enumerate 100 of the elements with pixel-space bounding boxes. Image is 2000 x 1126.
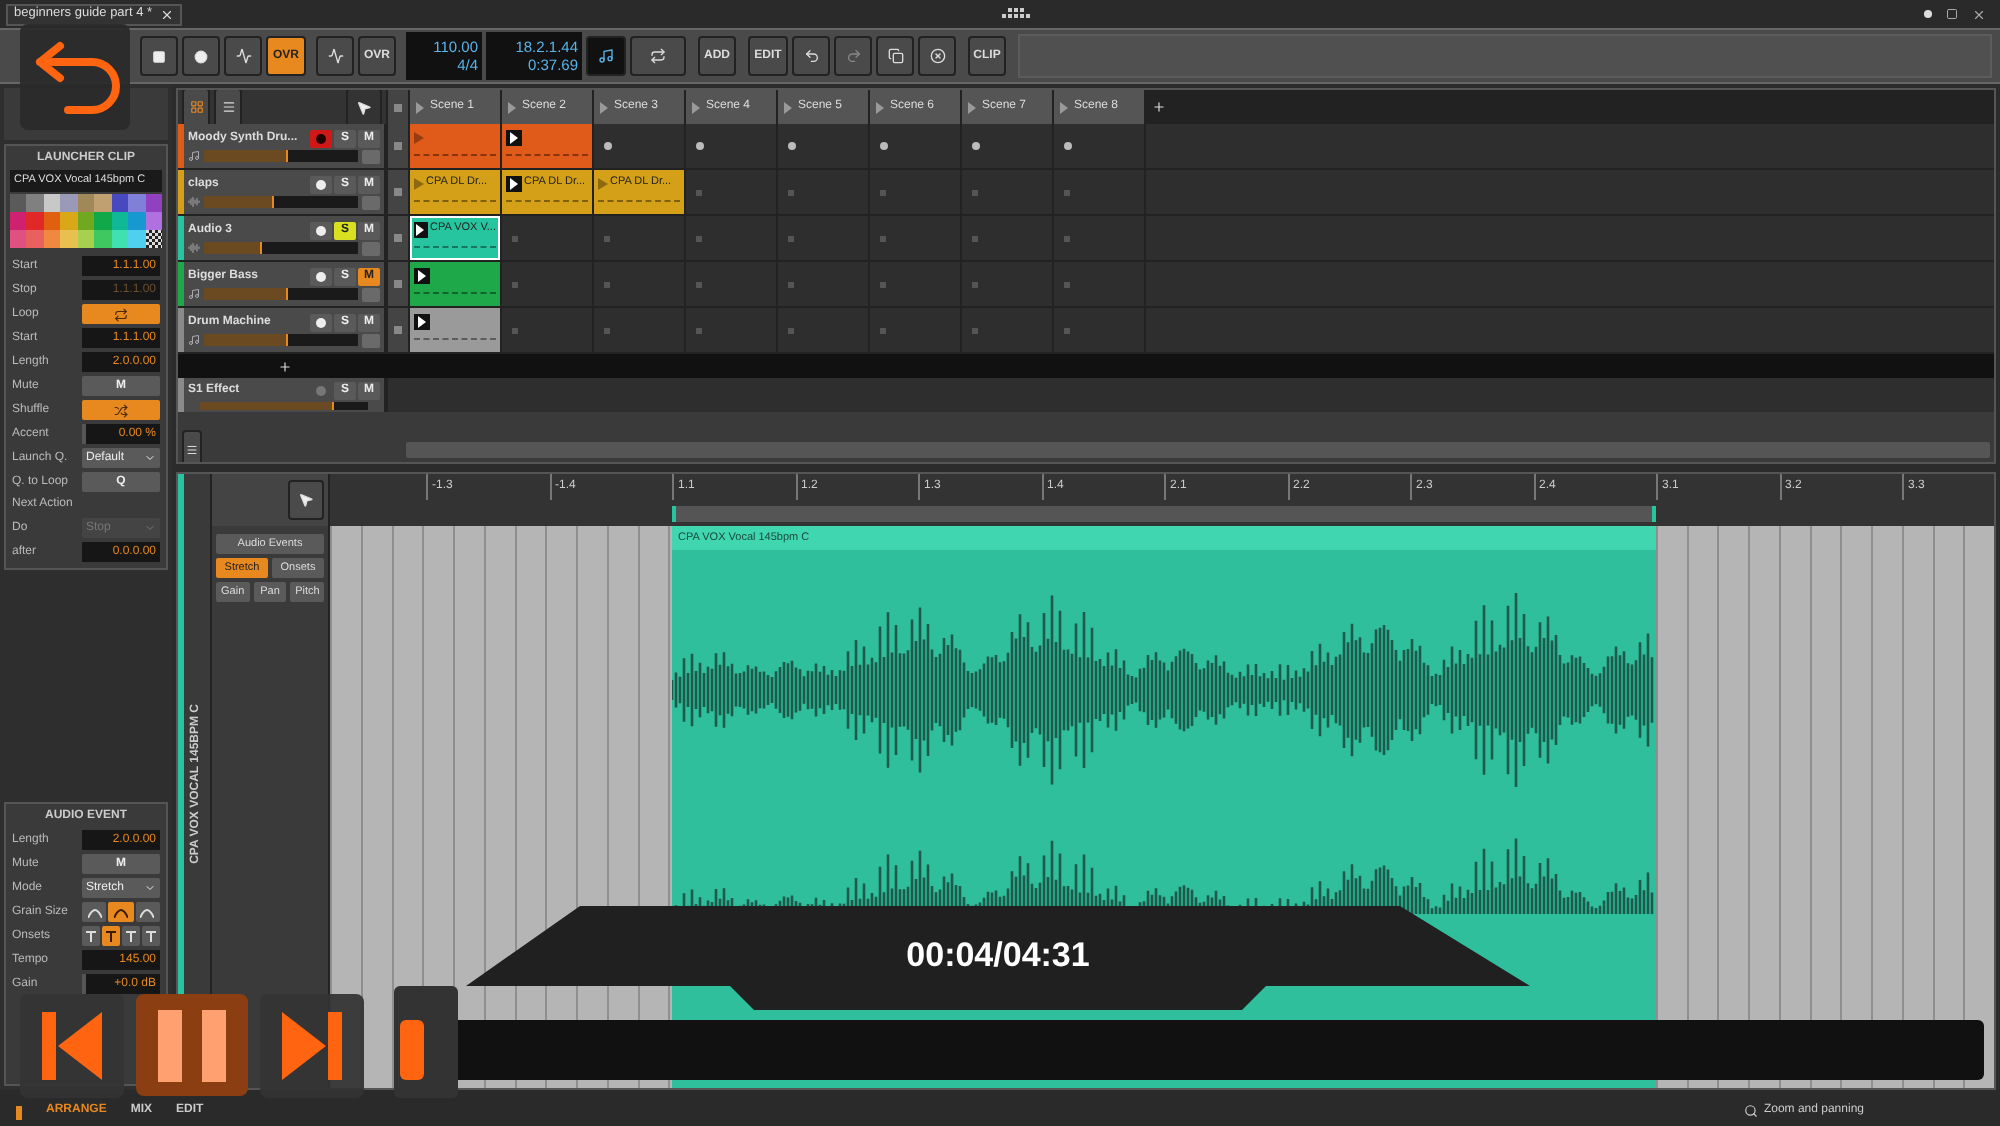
slot-square-icon xyxy=(696,327,702,333)
color-swatch[interactable] xyxy=(10,194,27,212)
color-swatch[interactable] xyxy=(60,212,78,230)
record-icon xyxy=(194,49,208,63)
record-icon xyxy=(316,225,326,235)
clip-slot[interactable] xyxy=(410,308,500,352)
stop-slot[interactable] xyxy=(870,124,960,168)
color-swatch[interactable] xyxy=(128,230,146,248)
stop-button[interactable] xyxy=(140,36,178,76)
record-arm-button[interactable] xyxy=(310,267,332,285)
stop-slot[interactable] xyxy=(778,124,868,168)
slot-square-icon xyxy=(972,281,978,287)
track-tool-button[interactable] xyxy=(182,430,202,462)
volume-slider[interactable] xyxy=(204,334,358,346)
loop-toggle[interactable] xyxy=(82,304,160,324)
color-swatch[interactable] xyxy=(94,230,112,248)
caret-icon xyxy=(144,522,156,534)
record-arm-button[interactable] xyxy=(310,313,332,331)
automation-write-button[interactable] xyxy=(316,36,354,76)
color-swatch[interactable] xyxy=(26,212,44,230)
clip-slot[interactable] xyxy=(502,124,592,168)
record-icon xyxy=(316,385,326,395)
record-arm-button[interactable] xyxy=(310,129,332,147)
delete-icon xyxy=(929,48,945,64)
color-swatch[interactable] xyxy=(94,194,112,212)
record-arm-button[interactable] xyxy=(310,175,332,193)
duplicate-button[interactable] xyxy=(876,36,914,76)
record-icon xyxy=(316,133,326,143)
onsets-option[interactable] xyxy=(82,926,100,946)
playing-icon xyxy=(506,175,522,191)
loop-icon xyxy=(114,307,128,321)
grain-option[interactable] xyxy=(82,902,107,922)
slot-square-icon xyxy=(1064,189,1070,195)
caret-icon xyxy=(144,882,156,894)
volume-slider[interactable] xyxy=(204,242,358,254)
close-icon[interactable] xyxy=(1972,7,1986,21)
loop-button[interactable] xyxy=(630,36,686,76)
volume-slider[interactable] xyxy=(204,196,358,208)
stop-slot[interactable] xyxy=(1054,124,1144,168)
progress-track[interactable] xyxy=(400,1020,1984,1080)
monitor-button[interactable] xyxy=(362,195,380,209)
playing-icon xyxy=(414,267,430,283)
stop-slot[interactable] xyxy=(962,124,1052,168)
redo-button[interactable] xyxy=(834,36,872,76)
pointer-tool-button[interactable] xyxy=(288,480,324,520)
clip-slot[interactable] xyxy=(410,262,500,306)
skip-back-icon xyxy=(42,1012,102,1080)
record-arm-button[interactable] xyxy=(310,221,332,239)
slot-square-icon xyxy=(696,281,702,287)
shape-icon xyxy=(104,930,118,942)
monitor-button[interactable] xyxy=(362,149,380,163)
return-arrow-icon xyxy=(31,37,119,117)
audio-input-icon xyxy=(188,242,200,254)
slot-square-icon xyxy=(972,235,978,241)
volume-slider[interactable] xyxy=(204,288,358,300)
monitor-button[interactable] xyxy=(362,287,380,301)
color-swatch[interactable] xyxy=(94,212,112,230)
grid-icon xyxy=(189,100,203,114)
onsets-option[interactable] xyxy=(102,926,120,946)
undo-button[interactable] xyxy=(792,36,830,76)
shuffle-toggle[interactable] xyxy=(82,400,160,420)
record-button[interactable] xyxy=(182,36,220,76)
monitor-button[interactable] xyxy=(362,241,380,255)
slot-square-icon xyxy=(972,189,978,195)
color-swatch[interactable] xyxy=(60,230,78,248)
play-icon xyxy=(414,131,424,143)
color-swatch[interactable] xyxy=(60,194,78,212)
pause-button[interactable] xyxy=(136,994,248,1096)
slot-square-icon xyxy=(1064,235,1070,241)
color-swatch[interactable] xyxy=(128,212,146,230)
color-swatch[interactable] xyxy=(10,212,27,230)
volume-slider[interactable] xyxy=(200,401,368,409)
previous-button[interactable] xyxy=(20,994,124,1098)
onsets-option[interactable] xyxy=(122,926,140,946)
slot-square-icon xyxy=(788,281,794,287)
clip-slot[interactable] xyxy=(410,124,500,168)
volume-slider[interactable] xyxy=(204,150,358,162)
monitor-button[interactable] xyxy=(362,333,380,347)
onsets-option[interactable] xyxy=(142,926,160,946)
next-button[interactable] xyxy=(260,994,364,1098)
grain-option[interactable] xyxy=(108,902,134,922)
slot-square-icon xyxy=(696,189,702,195)
grain-option[interactable] xyxy=(135,902,160,922)
slot-square-icon xyxy=(604,281,610,287)
automation-button[interactable] xyxy=(224,36,262,76)
clip-range-bar[interactable] xyxy=(672,505,1656,521)
stop-slot[interactable] xyxy=(686,124,776,168)
slot-square-icon xyxy=(788,327,794,333)
minimize-button[interactable] xyxy=(1924,10,1932,18)
color-swatch[interactable] xyxy=(128,194,146,212)
audio-input-icon xyxy=(188,196,200,208)
back-button[interactable] xyxy=(20,24,130,130)
delete-button[interactable] xyxy=(918,36,956,76)
restore-icon[interactable] xyxy=(1946,8,1958,20)
color-swatch[interactable] xyxy=(10,230,27,248)
color-swatch[interactable] xyxy=(26,194,44,212)
add-scene-icon[interactable] xyxy=(1152,100,1166,114)
color-swatch[interactable] xyxy=(26,230,44,248)
slot-square-icon xyxy=(1064,327,1070,333)
add-track-icon[interactable] xyxy=(278,359,292,373)
